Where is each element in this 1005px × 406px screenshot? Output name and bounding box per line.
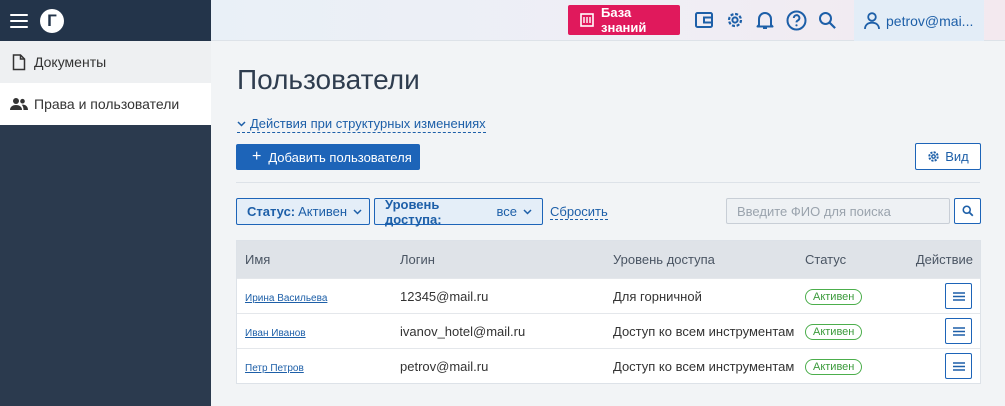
users-table: Имя Логин Уровень доступа Статус Действи… xyxy=(236,240,981,384)
view-label: Вид xyxy=(945,149,969,164)
gear-icon xyxy=(927,150,940,163)
user-login: ivanov_hotel@mail.ru xyxy=(400,323,526,339)
user-login: petrov@mail.ru xyxy=(400,358,489,374)
menu-icon xyxy=(952,326,965,336)
status-filter[interactable]: Статус: Активен xyxy=(236,198,370,225)
main-content: Пользователи Действия при структурных из… xyxy=(211,41,1005,406)
structural-changes-link[interactable]: Действия при структурных изменениях xyxy=(237,116,486,133)
sidebar-item-label: Права и пользователи xyxy=(34,96,180,112)
menu-icon xyxy=(952,361,965,371)
table-row: Ирина Васильева 12345@mail.ru Для горнич… xyxy=(237,278,980,313)
sidebar-item-label: Документы xyxy=(34,54,107,70)
search-input[interactable] xyxy=(726,198,950,224)
divider xyxy=(236,182,980,183)
user-name-link[interactable]: Петр Петров xyxy=(245,363,304,374)
user-access-level: Для горничной xyxy=(613,288,702,304)
status-badge: Активен xyxy=(805,323,863,340)
sidebar-item-users[interactable]: Права и пользователи xyxy=(0,83,211,125)
document-icon xyxy=(10,53,28,71)
user-access-level: Доступ ко всем инструментам xyxy=(613,358,795,374)
status-filter-value: Активен xyxy=(298,204,348,219)
gear-icon[interactable] xyxy=(724,9,746,31)
row-actions-button[interactable] xyxy=(945,318,972,344)
table-header: Имя Логин Уровень доступа Статус Действи… xyxy=(237,241,980,278)
row-actions-button[interactable] xyxy=(945,353,972,379)
menu-icon xyxy=(952,291,965,301)
plus-icon: + xyxy=(252,148,262,165)
row-actions-button[interactable] xyxy=(945,283,972,309)
user-access-level: Доступ ко всем инструментам xyxy=(613,323,795,339)
column-header-status: Статус xyxy=(805,252,847,267)
column-header-login: Логин xyxy=(400,252,435,267)
reset-filters-link[interactable]: Сбросить xyxy=(550,204,608,220)
user-login: 12345@mail.ru xyxy=(400,288,489,304)
page-title: Пользователи xyxy=(237,64,420,95)
chevron-down-icon xyxy=(523,208,532,215)
wallet-icon[interactable] xyxy=(693,9,715,31)
user-menu[interactable]: petrov@mai... xyxy=(854,0,984,41)
sidebar-item-documents[interactable]: Документы xyxy=(0,41,211,83)
table-row: Петр Петров petrov@mail.ru Доступ ко все… xyxy=(237,348,980,383)
search-icon[interactable] xyxy=(816,9,838,31)
users-icon xyxy=(10,97,28,111)
book-icon xyxy=(580,13,594,27)
status-badge: Активен xyxy=(805,288,863,305)
user-email: petrov@mai... xyxy=(886,12,974,29)
access-filter-value: все xyxy=(496,204,518,219)
search-icon xyxy=(961,205,974,217)
column-header-access: Уровень доступа xyxy=(613,252,715,267)
search-button[interactable] xyxy=(954,198,981,224)
add-user-button[interactable]: + Добавить пользователя xyxy=(236,144,420,170)
column-header-name: Имя xyxy=(245,252,271,267)
knowledge-base-label: База знаний xyxy=(601,5,647,35)
structural-changes-label: Действия при структурных изменениях xyxy=(250,116,486,131)
sidebar-top: Г xyxy=(0,0,211,41)
user-name-link[interactable]: Ирина Васильева xyxy=(245,293,327,304)
top-header: База знаний petrov@mai... xyxy=(211,0,1005,41)
knowledge-base-button[interactable]: База знаний xyxy=(568,5,680,35)
status-filter-label: Статус: xyxy=(247,204,296,219)
access-filter-label: Уровень доступа: xyxy=(385,196,442,227)
column-header-action: Действие xyxy=(915,252,973,267)
table-row: Иван Иванов ivanov_hotel@mail.ru Доступ … xyxy=(237,313,980,348)
add-user-label: Добавить пользователя xyxy=(268,149,412,165)
chevron-down-icon xyxy=(353,208,362,215)
user-name-link[interactable]: Иван Иванов xyxy=(245,328,306,339)
status-badge: Активен xyxy=(805,358,863,375)
sidebar: Г Документы Права и пользователи xyxy=(0,0,211,406)
user-icon xyxy=(864,11,880,30)
hamburger-menu-icon[interactable] xyxy=(10,13,28,28)
help-icon[interactable] xyxy=(785,9,807,31)
bell-icon[interactable] xyxy=(754,9,776,31)
chevron-down-icon xyxy=(237,120,246,127)
app-logo[interactable]: Г xyxy=(40,8,64,33)
view-settings-button[interactable]: Вид xyxy=(915,143,981,170)
access-level-filter[interactable]: Уровень доступа: все xyxy=(374,196,543,227)
